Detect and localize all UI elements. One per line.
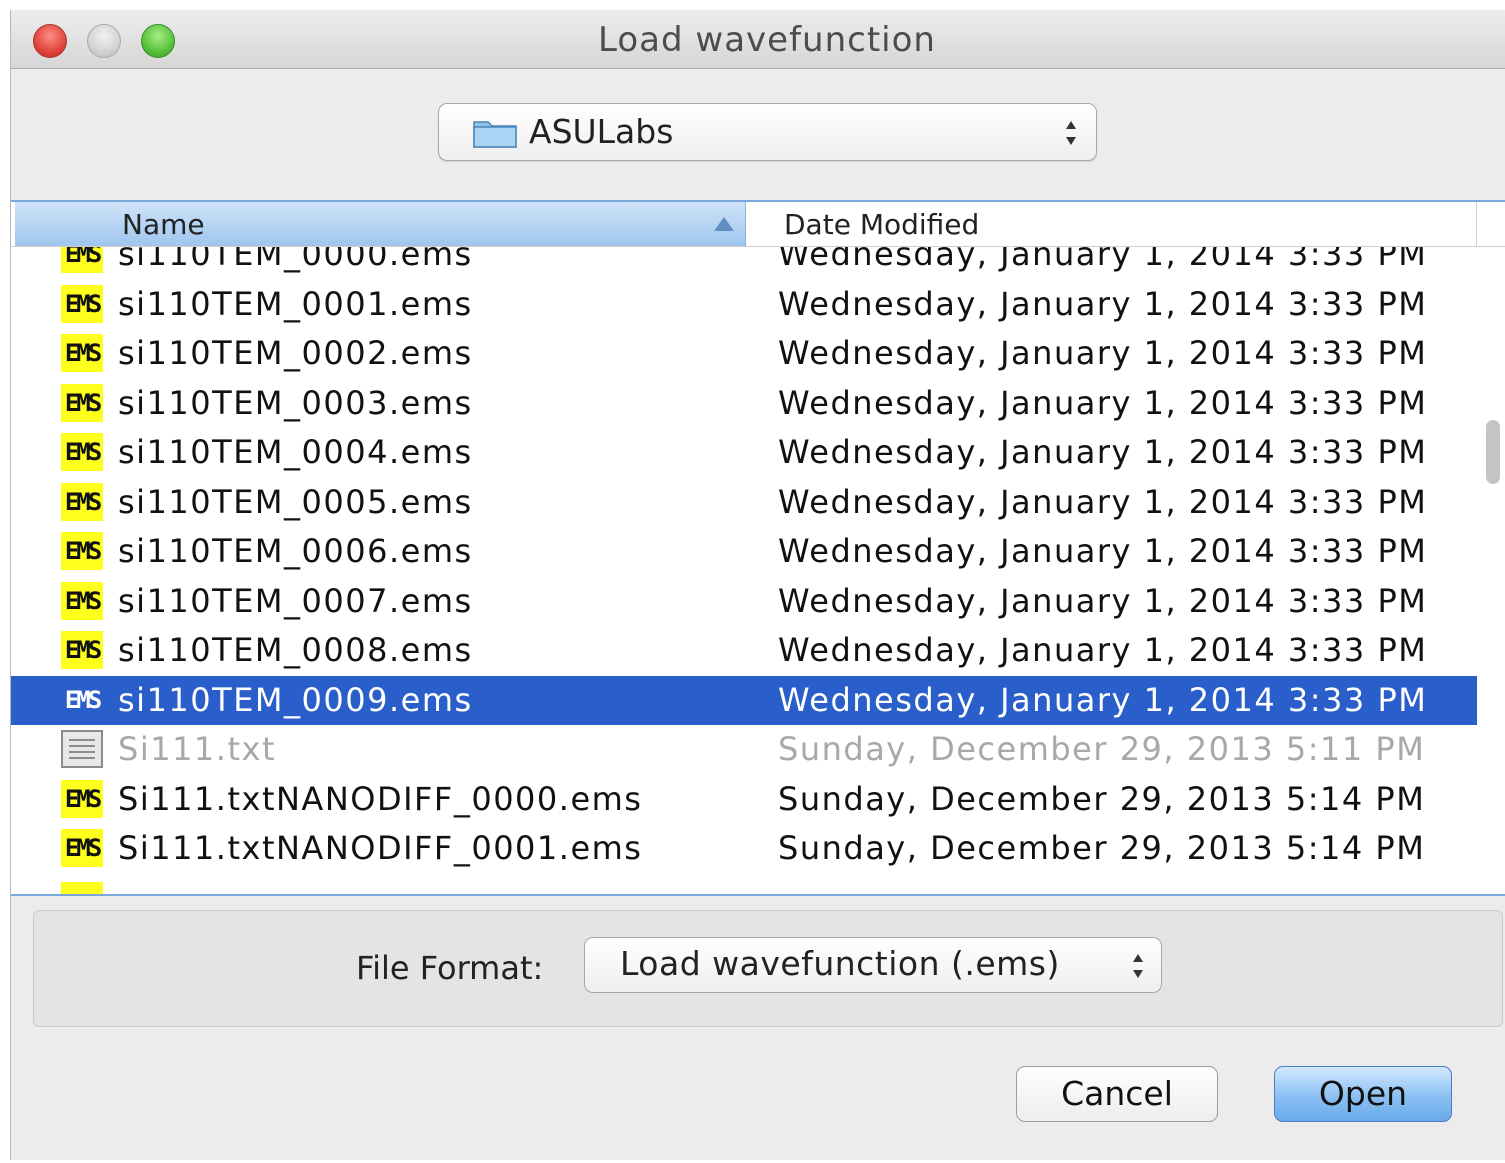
- file-date-modified: Wednesday, January 1, 2014 3:33 PM: [778, 482, 1428, 521]
- file-row[interactable]: EMS si110TEM_0005.ems Wednesday, January 1…: [11, 478, 1477, 528]
- sort-ascending-icon: [714, 217, 734, 231]
- file-name: si110TEM_0009.ems: [118, 680, 473, 719]
- file-date-modified: Wednesday, January 1, 2014 3:33 PM: [778, 334, 1428, 372]
- file-row[interactable]: EMS si110TEM_0006.ems Wednesday, January 1…: [11, 527, 1477, 577]
- ems-file-icon: EMS: [61, 433, 103, 471]
- popup-arrows-icon: [1133, 954, 1143, 978]
- ems-file-icon: EMS: [61, 532, 103, 570]
- file-name: si110TEM_0004.ems: [118, 433, 473, 471]
- column-header-date-modified[interactable]: Date Modified: [746, 202, 1477, 246]
- file-name: si110TEM_0008.ems: [118, 631, 473, 669]
- file-date-modified: Wednesday, January 1, 2014 3:33 PM: [778, 284, 1428, 323]
- location-label: ASULabs: [529, 112, 674, 151]
- file-name: si110TEM_0006.ems: [118, 532, 473, 570]
- file-list[interactable]: EMS si110TEM_0000.ems Wednesday, January 1…: [11, 200, 1505, 896]
- column-header-name[interactable]: Name: [15, 202, 746, 246]
- ems-file-icon: EMS: [61, 482, 103, 521]
- file-date-modified: Sunday, December 29, 2013 5:14 PM: [778, 829, 1426, 867]
- window-title: Load wavefunction: [598, 20, 936, 60]
- file-date-modified: Wednesday, January 1, 2014 3:33 PM: [778, 631, 1428, 669]
- file-row[interactable]: Si111.txt Sunday, December 29, 2013 5:11 …: [11, 725, 1477, 775]
- ems-file-icon: EMS: [61, 581, 103, 620]
- location-popup[interactable]: ASULabs: [438, 103, 1097, 161]
- file-row[interactable]: EMS si110TEM_0009.ems Wednesday, January 1…: [11, 675, 1477, 725]
- partial-ems-file-icon: [61, 882, 103, 894]
- file-date-modified: Wednesday, January 1, 2014 3:33 PM: [778, 383, 1428, 422]
- ems-file-icon: EMS: [61, 779, 103, 818]
- file-row[interactable]: EMS Si111.txtNANODIFF_0000.ems Sunday, Dec…: [11, 775, 1477, 825]
- file-row[interactable]: EMS si110TEM_0007.ems Wednesday, January 1…: [11, 577, 1477, 627]
- file-date-modified: Wednesday, January 1, 2014 3:33 PM: [778, 581, 1428, 620]
- file-name: si110TEM_0007.ems: [118, 581, 473, 620]
- file-name: Si111.txtNANODIFF_0001.ems: [118, 829, 643, 867]
- file-name: si110TEM_0005.ems: [118, 482, 473, 521]
- list-header: Name Date Modified: [11, 202, 1505, 247]
- open-button[interactable]: Open: [1274, 1066, 1452, 1122]
- file-row[interactable]: EMS si110TEM_0008.ems Wednesday, January 1…: [11, 626, 1477, 676]
- ems-file-icon: EMS: [61, 631, 103, 669]
- load-wavefunction-dialog: Load wavefunction ASULabs EMS si110TEM_00…: [10, 10, 1505, 1160]
- file-name: si110TEM_0002.ems: [118, 334, 473, 372]
- file-date-modified: Wednesday, January 1, 2014 3:33 PM: [778, 433, 1428, 471]
- vertical-scrollbar-thumb[interactable]: [1486, 420, 1500, 484]
- file-date-modified: Sunday, December 29, 2013 5:11 PM: [778, 730, 1426, 768]
- file-rows: EMS si110TEM_0000.ems Wednesday, January 1…: [11, 230, 1477, 874]
- file-date-modified: Sunday, December 29, 2013 5:14 PM: [778, 779, 1426, 818]
- file-name: si110TEM_0001.ems: [118, 284, 473, 323]
- ems-file-icon: EMS: [61, 680, 103, 719]
- file-format-label: File Format:: [356, 949, 544, 987]
- file-row[interactable]: EMS si110TEM_0001.ems Wednesday, January 1…: [11, 280, 1477, 330]
- file-date-modified: Wednesday, January 1, 2014 3:33 PM: [778, 532, 1428, 570]
- file-row[interactable]: EMS si110TEM_0003.ems Wednesday, January 1…: [11, 379, 1477, 429]
- column-date-label: Date Modified: [784, 208, 980, 241]
- file-format-value: Load wavefunction (.ems): [620, 944, 1060, 983]
- ems-file-icon: EMS: [61, 383, 103, 422]
- file-name: si110TEM_0003.ems: [118, 383, 473, 422]
- file-format-popup[interactable]: Load wavefunction (.ems): [584, 937, 1162, 993]
- file-name: Si111.txt: [118, 730, 276, 768]
- popup-arrows-icon: [1066, 121, 1076, 145]
- text-file-icon: [61, 730, 103, 768]
- file-row[interactable]: EMS si110TEM_0004.ems Wednesday, January 1…: [11, 428, 1477, 478]
- ems-file-icon: EMS: [61, 334, 103, 372]
- column-name-label: Name: [122, 208, 205, 241]
- folder-icon: [473, 121, 517, 148]
- file-date-modified: Wednesday, January 1, 2014 3:33 PM: [778, 680, 1428, 719]
- file-row[interactable]: EMS Si111.txtNANODIFF_0001.ems Sunday, Dec…: [11, 824, 1477, 874]
- title-bar: Load wavefunction: [11, 10, 1505, 69]
- file-name: Si111.txtNANODIFF_0000.ems: [118, 779, 643, 818]
- file-format-panel: File Format: Load wavefunction (.ems): [33, 910, 1503, 1027]
- file-row[interactable]: EMS si110TEM_0002.ems Wednesday, January 1…: [11, 329, 1477, 379]
- ems-file-icon: EMS: [61, 284, 103, 323]
- ems-file-icon: EMS: [61, 829, 103, 867]
- cancel-button[interactable]: Cancel: [1016, 1066, 1218, 1122]
